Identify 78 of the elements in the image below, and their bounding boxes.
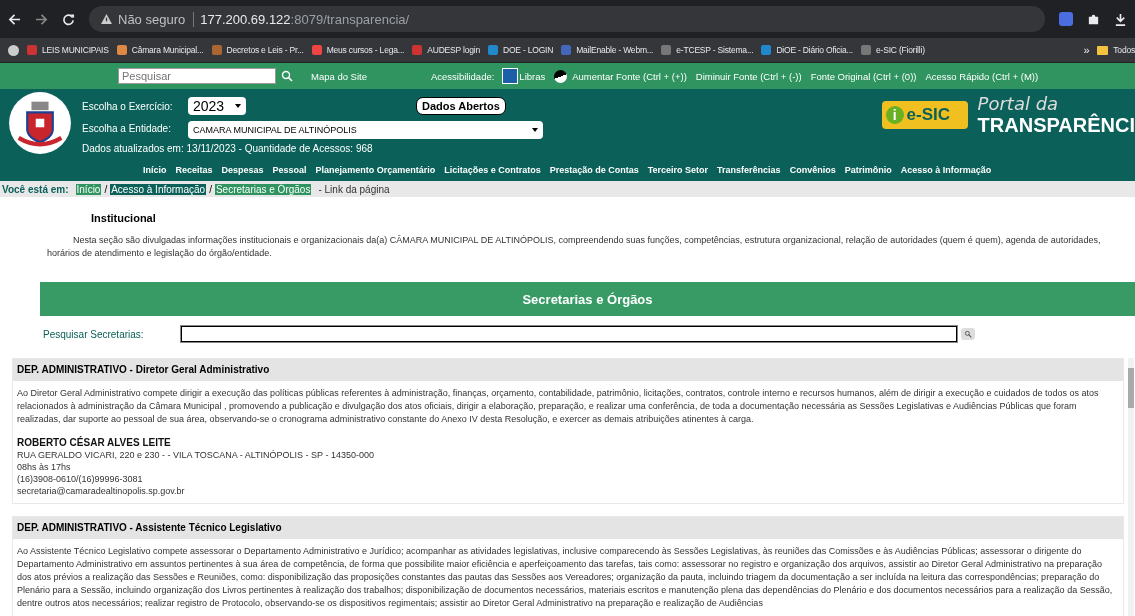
breadcrumb-text: - Link da página xyxy=(318,183,390,195)
portal-subtitle: Portal da xyxy=(977,93,1059,114)
site-map-link[interactable]: Mapa do Site xyxy=(311,70,367,82)
accessibility-link[interactable]: Acesso Rápido (Ctrl + (M)) xyxy=(925,70,1039,82)
nav-link[interactable]: Despesas xyxy=(221,165,264,175)
nav-link[interactable]: Receitas xyxy=(175,165,213,175)
entity-label: Escolha a Entidade: xyxy=(82,122,172,134)
forward-icon[interactable] xyxy=(35,12,48,26)
nav-link[interactable]: Início xyxy=(143,165,167,175)
search-icon[interactable] xyxy=(281,70,293,82)
bookmark-link[interactable]: MailEnable - Webm... xyxy=(561,45,654,55)
download-icon[interactable] xyxy=(1114,12,1127,26)
entity-select[interactable]: CAMARA MUNICIPAL DE ALTINÓPOLIS xyxy=(188,121,543,139)
portal-title: TRANSPARÊNCI xyxy=(977,114,1135,137)
contact-detail: RUA GERALDO VICARI, 220 e 230 - - VILA TOSCANA - ALTINÓPOLIS - SP - 14350-000 xyxy=(17,449,375,461)
security-label: Não seguro xyxy=(118,11,195,27)
section-banner: Secretarias e Órgãos xyxy=(40,282,1135,316)
update-info: Dados atualizados em: 13/11/2023 - Quantidade de Acessos: 968 xyxy=(82,143,374,154)
card-header: DEP. ADMINISTRATIVO - Assistente Técnico Legislativo xyxy=(13,517,1123,539)
reload-icon[interactable] xyxy=(62,12,75,26)
open-data-button[interactable]: Dados Abertos xyxy=(416,97,506,115)
bookmark-link[interactable]: Câmara Municipal... xyxy=(116,45,204,55)
bookmark-link[interactable]: e-TCESP - Sistema... xyxy=(661,45,754,55)
nav-link[interactable]: Terceiro Setor xyxy=(647,165,709,175)
bookmarks-overflow-button[interactable]: » xyxy=(1083,44,1090,56)
breadcrumb-link[interactable]: Acesso à Informação xyxy=(110,183,207,195)
breadcrumb-separator: / xyxy=(104,183,108,195)
nav-link[interactable]: Convênios xyxy=(789,165,836,175)
contact-detail: secretaria@camaradealtinopolis.sp.gov.br xyxy=(17,485,186,497)
nav-link[interactable]: Acesso à Informação xyxy=(900,165,992,175)
bookmark-link[interactable]: Meus cursos - Lega... xyxy=(311,45,405,55)
accessibility-link[interactable]: Fonte Original (Ctrl + (0)) xyxy=(810,70,917,82)
search-field[interactable]: Pesquisar xyxy=(118,68,276,84)
e-sic-logo[interactable]: i e-SIC xyxy=(881,101,968,129)
breadcrumb-separator: / xyxy=(209,183,212,195)
description-text: Ao Diretor Geral Administrativo compete dirigir a execução das políticas públicas referentes à administração, finanças, orçamento, contabilidade, patrimônio, licitações, contratos, controle interno e recursos humanos, além de dirigir a execução e cuidados de todos os atos relacionados à administração da Câmara Municipal , promovendo a publicação e divulgação dos atos oficiais, dirigir a elaboração, preparação, e realizar uma conferência, de toda a documentação necessária as Sessões Legislativas e Audiências Públicas que foram realizadas, dar suporte ao pessoal de sua área, observando-se o cronograma administrativo constante do Anexo IV desta Resolução, e exercer as demais atribuições atinentes à carga. xyxy=(17,387,1100,426)
bookmark-link[interactable]: AUDESP login xyxy=(412,45,480,55)
bookmark-link[interactable]: LEIS MUNICIPAIS xyxy=(27,45,109,55)
scrollbar[interactable] xyxy=(1128,358,1134,616)
breadcrumb-label: Você está em: xyxy=(2,183,69,195)
coat-of-arms-icon xyxy=(8,91,72,155)
contrast-icon[interactable] xyxy=(554,69,568,83)
accessibility-link[interactable]: Aumentar Fonte (Ctrl + (+)) xyxy=(572,70,687,82)
section-heading: Institucional xyxy=(91,212,157,224)
nav-link[interactable]: Prestação de Contas xyxy=(549,165,639,175)
warning-icon xyxy=(101,14,112,24)
bookmark-link[interactable]: e-SIC (Fiorilli) xyxy=(861,45,925,55)
description-text: Ao Assistente Técnico Legislativo compete assessorar o Departamento Administrativo e Jurídico; acompanhar as atividades legislativas, inclusive comparecendo às Sessões Legislativas, às reuniões das Comissões e às Audiências Públicas; assessorar o dirigente do Departamento Administrativo em assuntos pertinentes à sua área de competência, de forma que possibilite maior eficiência e aperfeiçoamento das tarefas, tais como: assessorar no registro e organização dos arquivos, assistir ao Diretor Geral Administrativo na preparação dos atos prévios a realização das Sessões e Reuniões, como: disponibilização das proposições constantes das pautas das Sessões aos Vereadores; organização da pauta, incluindo triagem da documentação a ser incluída na leitura das correspondências; preparação do Plenário para a Sessão, incluindo organização dos Livros pertinentes à realização dos trabalhos; disponibilização de documentos necessários, materiais escritos e manutenção plena das dependências do Plenário e dos documentos necessários para a realização da Sessão, dentre outros atos necessários; realizar registro de Protocolo, observando-se os dispositivos regimentais; assistir ao Diretor Geral Administrativo na preparação e realização de Audiências xyxy=(17,545,1114,610)
card-header: DEP. ADMINISTRATIVO - Diretor Geral Administrativo xyxy=(13,359,1123,381)
year-label: Escolha o Exercício: xyxy=(82,100,174,112)
accessibility-link[interactable]: Diminuir Fonte (Ctrl + (-)) xyxy=(695,70,802,82)
nav-link[interactable]: Planejamento Orçamentário xyxy=(315,165,436,175)
bookmark-link[interactable]: Decretos e Leis - Pr... xyxy=(211,45,304,55)
breadcrumb-link[interactable]: Início xyxy=(75,183,102,195)
caret-icon xyxy=(532,128,538,132)
accessibility-link[interactable]: Libras xyxy=(519,70,546,82)
nav-link[interactable]: Transferências xyxy=(717,165,781,175)
intro-paragraph: Nesta seção são divulgadas informações institucionais e organizacionais da(a) CÂMARA MUNICIPAL DE ALTINÓPOLIS, compreendendo suas funções, competências, estrutura organizacional, relação de autoridades (quem é quem), agenda de autoridades, horários de atendimento e legislação do órgão/entidade. xyxy=(47,234,1102,260)
year-select[interactable]: 2023 xyxy=(188,97,246,115)
contact-name: ROBERTO CÉSAR ALVES LEITE xyxy=(17,436,172,449)
search-field[interactable] xyxy=(181,326,957,342)
search-label: Pesquisar Secretarias: xyxy=(43,328,145,340)
nav-link[interactable]: Patrimônio xyxy=(844,165,892,175)
breadcrumb-link[interactable]: Secretarias e Órgãos xyxy=(214,183,312,195)
contact-detail: 08hs às 17hs xyxy=(17,461,72,473)
search-button[interactable] xyxy=(961,328,975,340)
accessibility-label: Acessibilidade: xyxy=(431,70,495,82)
bookmark-link[interactable]: DiOE - Diário Oficia... xyxy=(761,45,854,55)
sign-language-icon[interactable] xyxy=(502,68,519,84)
nav-link[interactable]: Licitações e Contratos xyxy=(444,165,541,175)
contact-detail: (16)3908-0610/(16)99996-3081 xyxy=(17,473,144,485)
caret-icon xyxy=(235,104,241,108)
address-bar[interactable]: Não seguro 177.200.69.122:8079/transparencia/ xyxy=(89,6,1045,32)
back-icon[interactable] xyxy=(8,12,21,26)
bookmark-link[interactable]: DOE - LOGIN xyxy=(487,45,554,55)
nav-link[interactable]: Pessoal xyxy=(272,165,307,175)
url-text: 177.200.69.122:8079/transparencia/ xyxy=(200,11,410,27)
bookmark-folder[interactable]: Todos xyxy=(1097,45,1135,55)
